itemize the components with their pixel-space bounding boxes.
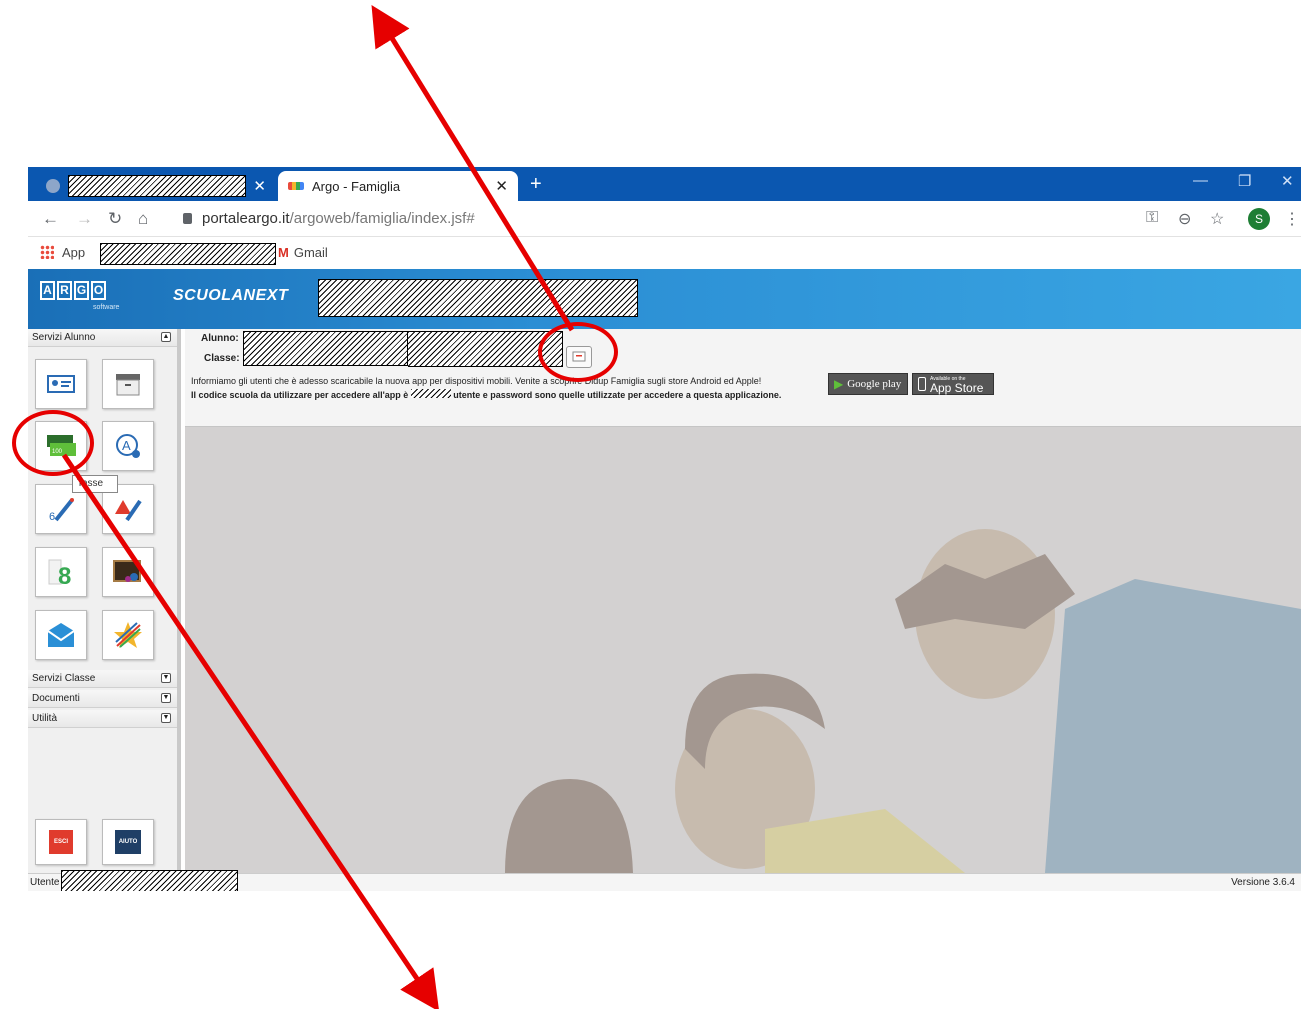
arrow-up xyxy=(371,4,575,332)
annotation-arrows xyxy=(61,4,575,1009)
page: ✕ Argo - Famiglia ✕ + — ❐ ✕ ← → ↻ ⌂ port… xyxy=(0,0,1301,1009)
arrow-down xyxy=(61,453,440,1009)
